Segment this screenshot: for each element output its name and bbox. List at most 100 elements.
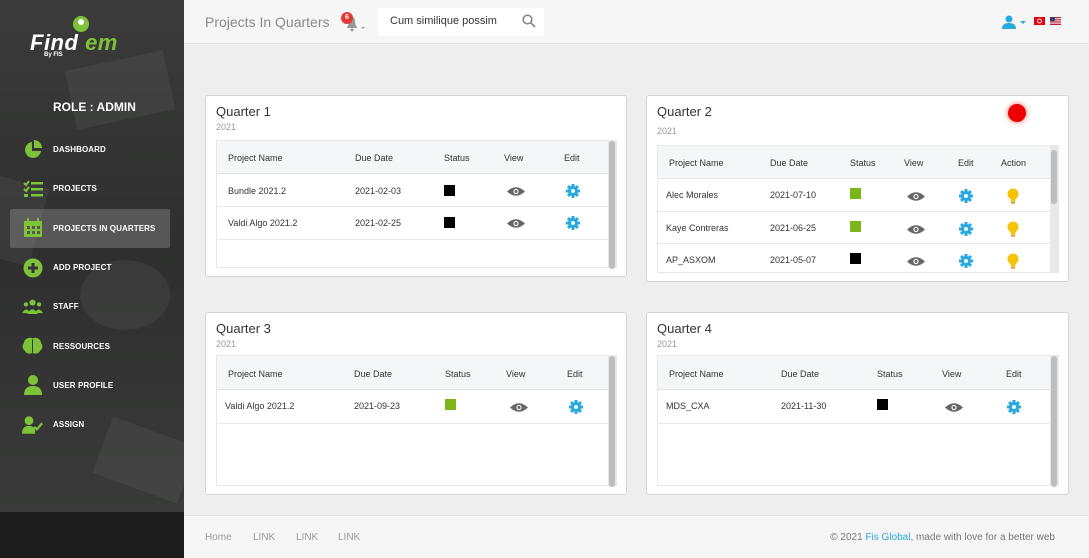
col-status: Status <box>877 369 903 379</box>
scrollbar-thumb[interactable] <box>1051 356 1057 487</box>
eye-icon[interactable] <box>907 224 925 235</box>
card-title: Quarter 4 <box>657 321 712 336</box>
status-indicator <box>850 188 861 199</box>
sidebar-item-projects[interactable]: PROJECTS <box>0 169 184 208</box>
gear-icon[interactable] <box>569 400 583 414</box>
sidebar: Find em By FIS ROLE : ADMIN DASHBOARD PR… <box>0 0 184 558</box>
quarter-4-card: Quarter 4 2021 Project Name Due Date Sta… <box>646 312 1069 495</box>
due-date: 2021-05-07 <box>770 255 817 265</box>
gear-icon[interactable] <box>566 184 580 198</box>
sidebar-item-ressources[interactable]: RESSOURCES <box>0 326 184 365</box>
sidebar-item-add-project[interactable]: ADD PROJECT <box>0 248 184 287</box>
projects-table: Project Name Due Date Status View Edit V… <box>216 355 617 487</box>
eye-icon[interactable] <box>507 218 525 229</box>
project-name: Valdi Algo 2021.2 <box>228 218 298 228</box>
table-row: Bundle 2021.2 2021-02-03 <box>217 174 608 207</box>
notification-count-badge: 6 <box>341 12 353 24</box>
card-year: 2021 <box>657 126 678 136</box>
table-row: MDS_CXA 2021-11-30 <box>658 390 1050 424</box>
search-icon[interactable] <box>522 14 536 28</box>
table-row: Valdi Algo 2021.2 2021-09-23 <box>217 390 608 424</box>
scrollbar-thumb[interactable] <box>609 141 615 269</box>
col-due-date: Due Date <box>354 369 393 379</box>
footer-link[interactable]: LINK <box>296 532 318 543</box>
table-header: Project Name Due Date Status View Edit <box>658 356 1050 390</box>
user-menu-icon[interactable] <box>1002 15 1028 29</box>
lightbulb-icon[interactable] <box>1007 253 1019 269</box>
col-project-name: Project Name <box>669 369 724 379</box>
flag-tn-icon[interactable] <box>1034 17 1045 25</box>
eye-icon[interactable] <box>510 402 528 413</box>
scrollbar-thumb[interactable] <box>609 356 615 487</box>
col-due-date: Due Date <box>781 369 820 379</box>
gear-icon[interactable] <box>566 216 580 230</box>
sidebar-item-assign[interactable]: ASSIGN <box>0 405 184 444</box>
plus-circle-icon <box>22 257 43 278</box>
sidebar-item-staff[interactable]: STAFF <box>0 287 184 326</box>
col-view: View <box>942 369 962 379</box>
lightbulb-icon[interactable] <box>1007 188 1019 204</box>
eye-icon[interactable] <box>907 191 925 202</box>
due-date: 2021-02-25 <box>355 218 402 228</box>
sidebar-item-projects-in-quarters[interactable]: PROJECTS IN QUARTERS <box>10 208 170 248</box>
eye-icon[interactable] <box>507 186 525 197</box>
card-title: Quarter 1 <box>216 104 271 119</box>
scrollbar-thumb[interactable] <box>1051 150 1057 204</box>
search-input[interactable] <box>390 15 520 27</box>
copyright: © 2021 Fis Global, made with love for a … <box>830 532 1055 543</box>
project-name: MDS_CXA <box>666 401 710 411</box>
projects-table: Project Name Due Date Status View Edit B… <box>216 140 617 269</box>
quarter-2-card: Quarter 2 2021 Project Name Due Date Sta… <box>646 95 1069 282</box>
gear-icon[interactable] <box>1007 400 1021 414</box>
col-project-name: Project Name <box>228 369 283 379</box>
footer-link[interactable]: LINK <box>253 532 275 543</box>
search-box <box>378 8 544 36</box>
project-name: Kaye Contreras <box>666 223 729 233</box>
status-indicator <box>850 221 861 232</box>
page-footer: Home LINK LINK LINK © 2021 Fis Global, m… <box>184 515 1089 558</box>
brand-logo[interactable]: Find em By FIS <box>0 14 184 64</box>
table-scrollbar[interactable] <box>608 356 616 487</box>
sidebar-item-dashboard[interactable]: DASHBOARD <box>0 130 184 169</box>
table-header: Project Name Due Date Status View Edit <box>217 141 608 174</box>
gear-icon[interactable] <box>959 222 973 236</box>
col-status: Status <box>445 369 471 379</box>
gear-icon[interactable] <box>959 189 973 203</box>
gear-icon[interactable] <box>959 254 973 268</box>
user-icon <box>22 375 43 396</box>
table-scrollbar[interactable] <box>1050 146 1058 272</box>
project-name: AP_ASXOM <box>666 255 716 265</box>
table-row: Valdi Algo 2021.2 2021-02-25 <box>217 207 608 240</box>
col-edit: Edit <box>564 153 580 163</box>
eye-icon[interactable] <box>907 256 925 267</box>
col-due-date: Due Date <box>355 153 394 163</box>
projects-table: Project Name Due Date Status View Edit M… <box>657 355 1059 487</box>
table-scrollbar[interactable] <box>1050 356 1058 487</box>
table-scrollbar[interactable] <box>608 141 616 269</box>
calendar-icon <box>22 218 43 239</box>
col-action: Action <box>1001 158 1027 168</box>
status-indicator <box>850 253 861 264</box>
due-date: 2021-09-23 <box>354 401 401 411</box>
copyright-brand-link[interactable]: Fis Global <box>865 532 910 543</box>
sidebar-item-user-profile[interactable]: USER PROFILE <box>0 366 184 405</box>
col-edit: Edit <box>1006 369 1022 379</box>
quarter-3-card: Quarter 3 2021 Project Name Due Date Sta… <box>205 312 627 495</box>
checklist-icon <box>22 178 43 199</box>
footer-link-home[interactable]: Home <box>205 532 232 543</box>
flag-us-icon[interactable] <box>1050 17 1061 25</box>
project-name: Alec Morales <box>666 190 719 200</box>
group-icon <box>22 296 43 317</box>
card-year: 2021 <box>216 339 237 349</box>
lightbulb-icon[interactable] <box>1007 221 1019 237</box>
project-name: Bundle 2021.2 <box>228 186 287 196</box>
footer-link[interactable]: LINK <box>338 532 360 543</box>
card-year: 2021 <box>216 122 237 132</box>
project-name: Valdi Algo 2021.2 <box>225 401 295 411</box>
eye-icon[interactable] <box>945 402 963 413</box>
page-title: Projects In Quarters <box>205 14 330 30</box>
status-indicator <box>444 185 455 196</box>
table-row: Alec Morales 2021-07-10 <box>658 179 1050 212</box>
due-date: 2021-11-30 <box>781 401 827 411</box>
status-indicator <box>444 217 455 228</box>
